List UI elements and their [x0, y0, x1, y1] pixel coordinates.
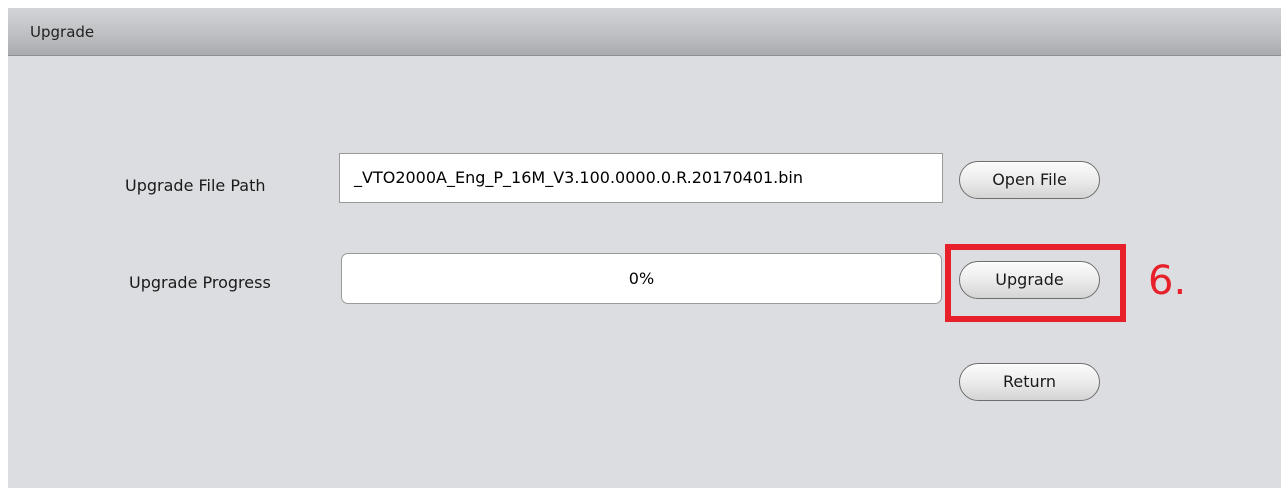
progress-percentage: 0%: [628, 269, 655, 288]
annotation-step-number: 6.: [1148, 258, 1187, 304]
annotation-highlight-box: [945, 244, 1126, 322]
return-button[interactable]: Return: [959, 363, 1100, 401]
file-path-field[interactable]: _VTO2000A_Eng_P_16M_V3.100.0000.0.R.2017…: [339, 153, 943, 203]
panel-title: Upgrade: [30, 23, 95, 41]
upgrade-progress-bar: 0%: [341, 253, 942, 304]
progress-label: Upgrade Progress: [129, 273, 271, 292]
open-file-button[interactable]: Open File: [959, 161, 1100, 199]
file-path-label: Upgrade File Path: [125, 176, 266, 195]
upgrade-panel: Upgrade Upgrade File Path _VTO2000A_Eng_…: [8, 8, 1281, 488]
title-bar: Upgrade: [8, 8, 1281, 56]
